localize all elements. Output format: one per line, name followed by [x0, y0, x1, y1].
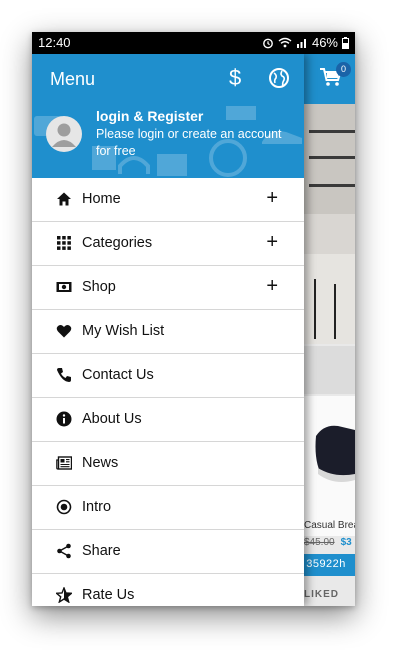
- cart-button[interactable]: 0: [319, 62, 351, 94]
- radio-icon: [56, 499, 72, 515]
- banner-chair-leg: [314, 279, 316, 339]
- login-register-title[interactable]: login & Register: [96, 108, 203, 124]
- star-icon: [56, 587, 72, 603]
- menu-item-label: Categories: [82, 235, 153, 251]
- info-icon: [56, 411, 72, 427]
- grid-icon: [57, 236, 71, 250]
- menu-item-label: Home: [82, 191, 121, 207]
- home-icon: [57, 192, 71, 206]
- menu-item-label: Contact Us: [82, 367, 154, 383]
- section-strip: [304, 346, 355, 394]
- menu-item-label: My Wish List: [82, 323, 165, 339]
- status-time: 12:40: [38, 35, 71, 50]
- expand-plus-icon[interactable]: +: [266, 187, 278, 210]
- expand-plus-icon[interactable]: +: [266, 275, 278, 298]
- menu-item-shop[interactable]: Shop +: [32, 266, 304, 310]
- shoe-image: [315, 425, 355, 482]
- product-code: 35922h: [304, 554, 355, 576]
- menu-item-label: Rate Us: [82, 587, 135, 603]
- banner-table: [304, 254, 355, 344]
- liked-label[interactable]: LIKED: [304, 589, 339, 600]
- menu-list: Home + Categories + Shop + My Wish List …: [32, 178, 304, 606]
- drawer-title: Menu: [50, 69, 96, 89]
- drawer-header: Menu $: [32, 54, 304, 104]
- status-bar: 12:40 46%: [32, 32, 355, 54]
- alarm-icon: [263, 38, 273, 48]
- price-old: $45.00: [304, 537, 335, 548]
- banner-shelf: [309, 130, 355, 133]
- cart-count-badge: 0: [336, 62, 351, 77]
- expand-plus-icon[interactable]: +: [266, 231, 278, 254]
- phone-icon: [57, 368, 71, 382]
- banner-chair-leg: [334, 284, 336, 339]
- banner-image[interactable]: [304, 104, 355, 344]
- login-register-panel[interactable]: login & Register Please login or create …: [32, 104, 304, 178]
- pattern-bag-icon: [226, 106, 256, 120]
- currency-icon[interactable]: $: [229, 65, 241, 91]
- status-icons: 46%: [262, 35, 349, 50]
- menu-item-about-us[interactable]: About Us: [32, 398, 304, 442]
- banner-wall: [304, 104, 355, 214]
- menu-item-categories[interactable]: Categories +: [32, 222, 304, 266]
- avatar[interactable]: [46, 116, 82, 152]
- phone-screen: 12:40 46% 0 Casual Brea $45.00 $3 35922h…: [32, 32, 355, 606]
- language-globe-icon[interactable]: [268, 67, 290, 89]
- menu-item-rate-us[interactable]: Rate Us: [32, 574, 304, 606]
- menu-item-news[interactable]: News: [32, 442, 304, 486]
- menu-item-home[interactable]: Home +: [32, 178, 304, 222]
- menu-item-label: Shop: [82, 279, 116, 295]
- wifi-icon: [278, 37, 292, 48]
- money-icon: [56, 282, 72, 292]
- user-avatar-icon: [52, 123, 76, 147]
- menu-item-label: Share: [82, 543, 121, 559]
- banner-shelf: [309, 184, 355, 187]
- menu-item-share[interactable]: Share: [32, 530, 304, 574]
- menu-item-contact-us[interactable]: Contact Us: [32, 354, 304, 398]
- product-image[interactable]: [304, 396, 355, 536]
- product-price: $45.00 $3: [304, 537, 352, 548]
- battery-percent: 46%: [311, 35, 338, 50]
- signal-icon: [296, 39, 306, 48]
- navigation-drawer: Menu $ login & Register Please login or …: [32, 54, 304, 606]
- menu-item-label: Intro: [82, 499, 112, 515]
- menu-item-wish-list[interactable]: My Wish List: [32, 310, 304, 354]
- battery-icon: [342, 36, 349, 49]
- share-icon: [57, 543, 71, 559]
- login-register-subtitle: Please login or create an account for fr…: [96, 127, 282, 158]
- heart-icon: [56, 324, 72, 338]
- banner-shelf: [309, 156, 355, 159]
- menu-item-intro[interactable]: Intro: [32, 486, 304, 530]
- price-new: $3: [340, 537, 352, 548]
- menu-item-label: News: [82, 455, 119, 471]
- newspaper-icon: [56, 456, 72, 470]
- menu-item-label: About Us: [82, 411, 142, 427]
- product-title: Casual Brea: [304, 520, 355, 531]
